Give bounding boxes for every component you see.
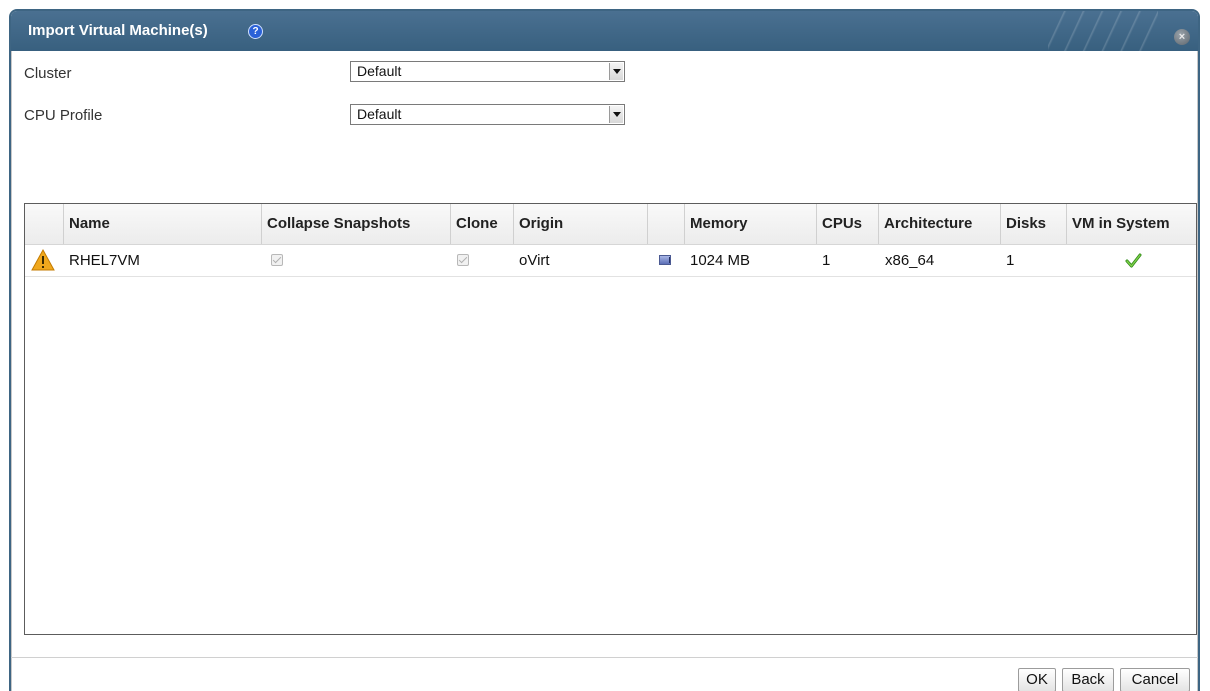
ok-button[interactable]: OK (1018, 668, 1056, 691)
left-border (11, 51, 12, 691)
dialog-title: Import Virtual Machine(s) (28, 22, 208, 39)
chevron-down-icon[interactable] (609, 63, 623, 80)
column-header-name[interactable]: Name (63, 204, 261, 244)
vm-name: RHEL7VM (69, 252, 140, 269)
column-header-origin[interactable]: Origin (513, 204, 647, 244)
cluster-select[interactable]: Default (350, 61, 625, 82)
vm-disks: 1 (1006, 252, 1015, 269)
column-header-type[interactable] (647, 204, 684, 244)
column-header-status[interactable] (25, 204, 63, 244)
column-header-cpus[interactable]: CPUs (816, 204, 878, 244)
column-header-disks[interactable]: Disks (1000, 204, 1066, 244)
column-header-architecture[interactable]: Architecture (878, 204, 1000, 244)
vm-import-table: Name Collapse Snapshots Clone Origin Mem… (24, 203, 1197, 635)
vm-memory: 1024 MB (690, 252, 751, 269)
cluster-label: Cluster (24, 65, 72, 82)
vm-architecture: x86_64 (885, 252, 935, 269)
table-row[interactable]: RHEL7VM oVirt 1024 MB 1 x86_64 1 (25, 245, 1196, 277)
cpu-profile-select-value: Default (357, 106, 402, 122)
vm-origin: oVirt (519, 252, 550, 269)
dialog-titlebar: Import Virtual Machine(s) ? × (11, 11, 1198, 51)
chevron-down-icon[interactable] (609, 106, 623, 123)
column-header-clone[interactable]: Clone (450, 204, 513, 244)
vm-cpus: 1 (822, 252, 831, 269)
column-header-vm-in-system[interactable]: VM in System (1066, 204, 1196, 244)
footer-divider (11, 657, 1198, 658)
cluster-select-value: Default (357, 63, 402, 79)
help-icon[interactable]: ? (248, 24, 263, 39)
import-vm-dialog: Import Virtual Machine(s) ? × Cluster De… (9, 9, 1200, 691)
column-header-memory[interactable]: Memory (684, 204, 816, 244)
collapse-snapshots-checkbox[interactable] (271, 254, 283, 266)
cpu-profile-label: CPU Profile (24, 107, 103, 124)
warning-triangle-icon (31, 248, 55, 271)
back-button[interactable]: Back (1062, 668, 1114, 691)
cancel-button[interactable]: Cancel (1120, 668, 1190, 691)
cpu-profile-select[interactable]: Default (350, 104, 625, 125)
clone-checkbox[interactable] (457, 254, 469, 266)
monitor-icon (659, 255, 671, 265)
close-icon[interactable]: × (1174, 29, 1190, 45)
right-border (1197, 51, 1198, 691)
column-header-collapse-snapshots[interactable]: Collapse Snapshots (261, 204, 450, 244)
table-header: Name Collapse Snapshots Clone Origin Mem… (25, 204, 1196, 245)
titlebar-decoration (1048, 11, 1158, 51)
green-check-icon (1125, 253, 1142, 268)
